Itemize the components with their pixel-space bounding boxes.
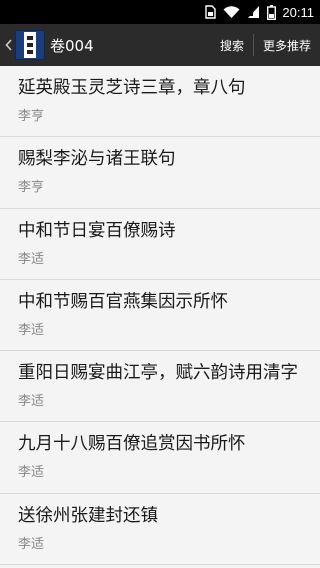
poem-title: 重阳日赐宴曲江亭，赋六韵诗用清字 — [18, 363, 298, 384]
list-item[interactable]: 赐梨李泌与诸王联句 李亨 — [0, 137, 320, 209]
poem-title: 中和节赐百官燕集因示所怀 — [18, 291, 228, 312]
list-item[interactable]: 送徐州张建封还镇 李适 — [0, 493, 320, 566]
poem-author: 李亨 — [18, 109, 45, 124]
sim-card-icon — [205, 5, 217, 19]
poem-title: 九月十八赐百僚追赏因书所怀 — [18, 434, 246, 455]
book-app-icon[interactable] — [15, 30, 45, 60]
list-item[interactable]: 延英殿玉灵芝诗三章，章八句 李亨 — [0, 66, 320, 138]
list-item[interactable]: 中和节日宴百僚赐诗 李适 — [0, 208, 320, 280]
poem-author: 李适 — [18, 536, 45, 552]
more-recommend-button[interactable]: 更多推荐 — [254, 24, 320, 66]
list-item[interactable]: 重阳日赐宴曲江亭，赋六韵诗用清字 李适 — [0, 351, 320, 423]
poem-author: 李适 — [18, 251, 45, 267]
poem-title: 中和节日宴百僚赐诗 — [18, 220, 176, 241]
search-button[interactable]: 搜索 — [211, 24, 253, 66]
wifi-icon — [223, 5, 240, 19]
poem-list: 延英殿玉灵芝诗三章，章八句 李亨 赐梨李泌与诸王联句 李亨 中和节日宴百僚赐诗 … — [0, 66, 320, 566]
back-chevron-icon[interactable] — [3, 24, 13, 66]
poem-author: 李亨 — [18, 180, 45, 196]
poem-author: 李适 — [18, 394, 45, 410]
poem-title: 延英殿玉灵芝诗三章，章八句 — [18, 78, 246, 98]
action-bar: 卷004 搜索 更多推荐 — [0, 24, 320, 66]
signal-icon — [247, 5, 260, 19]
poem-title: 赐梨李泌与诸王联句 — [18, 149, 176, 170]
status-time: 20:11 — [282, 4, 314, 20]
page-title: 卷004 — [50, 36, 94, 55]
poem-title: 送徐州张建封还镇 — [18, 505, 158, 526]
list-item[interactable]: 中和节赐百官燕集因示所怀 李适 — [0, 279, 320, 352]
list-item[interactable]: 九月十八赐百僚追赏因书所怀 李适 — [0, 422, 320, 494]
poem-author: 李适 — [18, 322, 45, 338]
battery-icon — [267, 4, 277, 20]
poem-author: 李适 — [18, 465, 45, 481]
status-bar: 20:11 — [0, 0, 320, 24]
